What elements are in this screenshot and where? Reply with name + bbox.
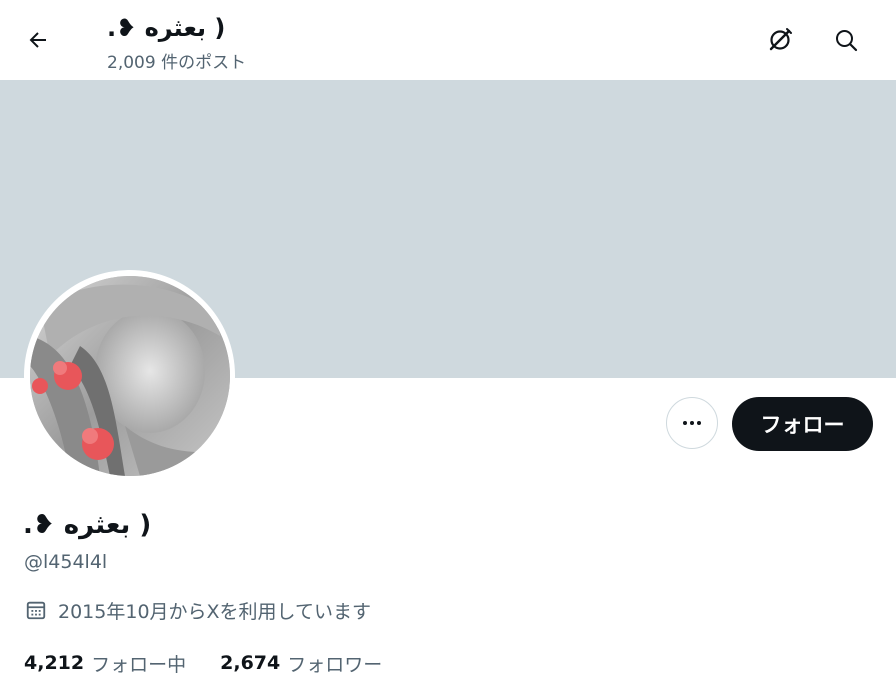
calendar-icon <box>24 598 48 622</box>
more-horizontal-icon <box>683 421 701 425</box>
join-date: 2015年10月からXを利用しています <box>24 597 371 623</box>
grok-icon <box>769 28 792 51</box>
following-count: 4,212 <box>24 652 85 674</box>
back-button[interactable] <box>18 20 58 60</box>
header-title: ( بعثره ❥. <box>107 14 226 42</box>
followers-label: フォロワー <box>287 653 383 676</box>
post-count: 2,009 件のポスト <box>107 53 247 73</box>
join-date-text: 2015年10月からXを利用しています <box>58 600 371 623</box>
followers-count: 2,674 <box>220 652 281 674</box>
more-button[interactable] <box>666 397 718 449</box>
followers-link[interactable]: 2,674 フォロワー <box>220 650 382 677</box>
search-button[interactable] <box>826 20 866 60</box>
search-icon <box>836 30 858 52</box>
following-label: フォロー中 <box>91 653 187 676</box>
arrow-left-icon <box>29 32 46 48</box>
following-link[interactable]: 4,212 フォロー中 <box>24 650 186 677</box>
user-handle: @l454l4l <box>24 551 108 573</box>
display-name: ( بعثره ❥. <box>23 510 152 540</box>
grok-button[interactable] <box>760 20 800 60</box>
avatar-image <box>29 275 230 476</box>
follow-stats: 4,212 フォロー中 2,674 フォロワー <box>24 650 382 676</box>
follow-button[interactable]: フォロー <box>732 397 873 451</box>
avatar[interactable] <box>24 270 235 481</box>
top-bar: ( بعثره ❥. 2,009 件のポスト <box>0 0 896 80</box>
